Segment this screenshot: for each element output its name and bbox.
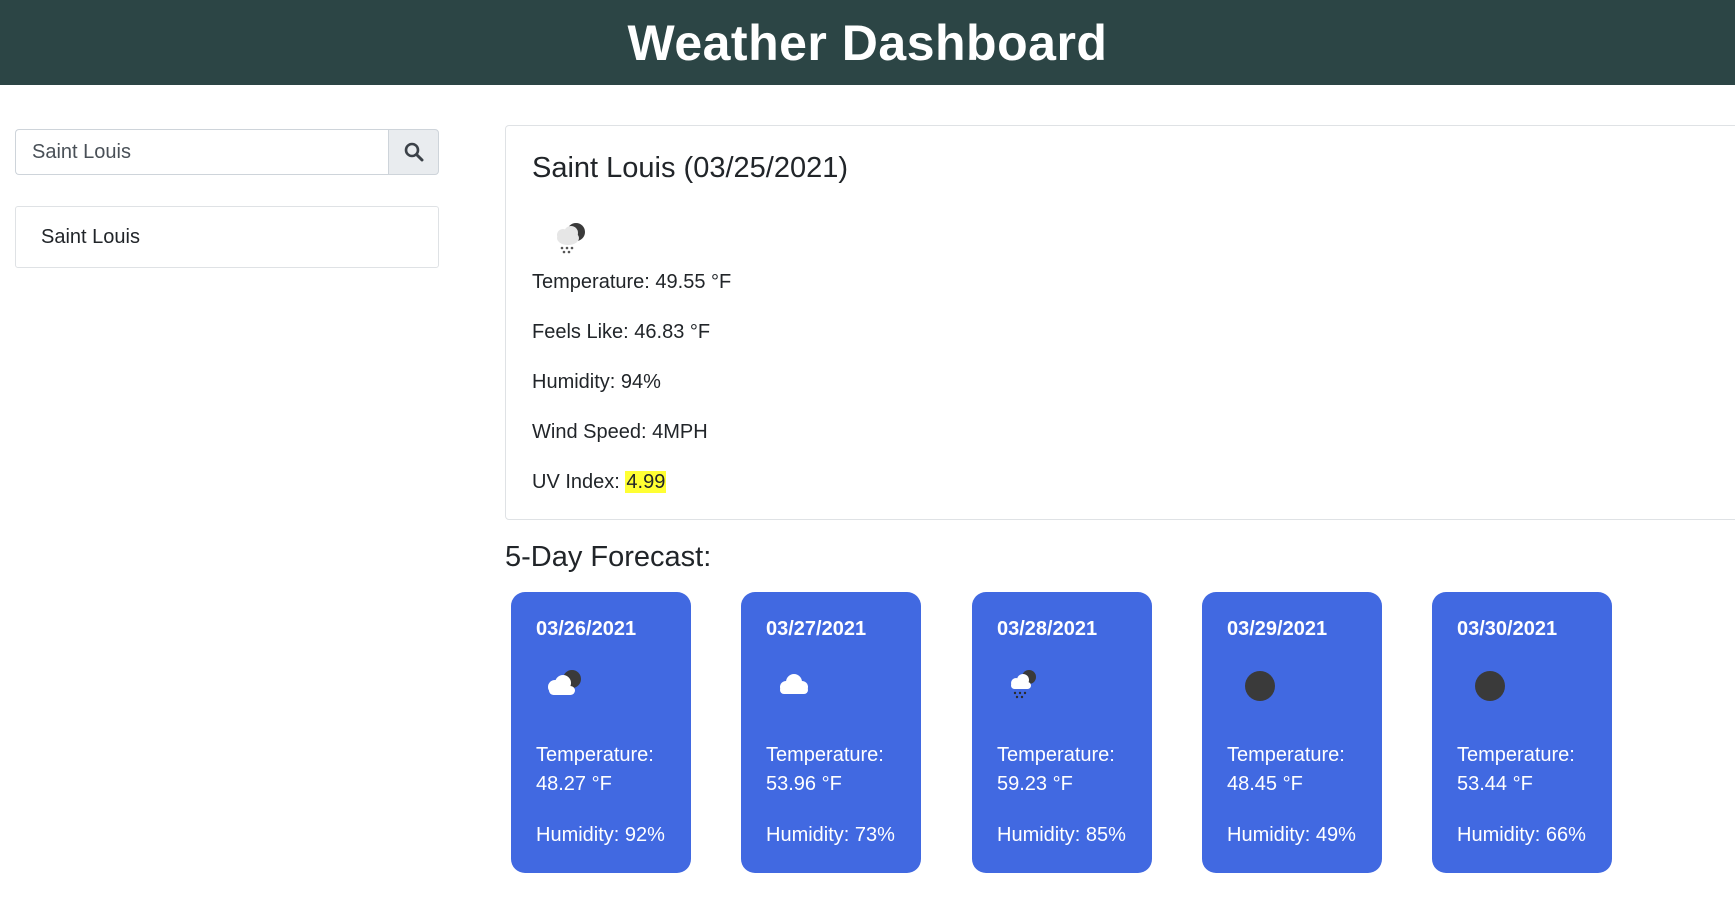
- forecast-card: 03/30/2021 Temperature: 53.44 °F Humidit…: [1432, 592, 1612, 873]
- partly-cloudy-icon: [548, 670, 581, 695]
- forecast-date: 03/28/2021: [997, 618, 1098, 640]
- page-title: Weather Dashboard: [627, 14, 1108, 71]
- forecast-temperature: 48.45 °F: [1227, 773, 1303, 795]
- moon-icon: [1475, 671, 1505, 701]
- search-history: Saint Louis: [15, 206, 439, 268]
- forecast-card: 03/26/2021 Temperature: 48.27 °F Humidit…: [511, 592, 691, 873]
- current-title: Saint Louis (03/25/2021): [532, 152, 848, 184]
- forecast-temperature: 59.23 °F: [997, 773, 1073, 795]
- forecast-date: 03/30/2021: [1457, 618, 1558, 640]
- forecast-humidity: Humidity: 92%: [536, 824, 665, 846]
- forecast-card: 03/28/2021 Temperature: 59.23 °F Humidit…: [972, 592, 1152, 873]
- forecast-temperature: 48.27 °F: [536, 773, 612, 795]
- uv-value-badge: 4.99: [625, 471, 667, 493]
- current-uv-index: UV Index: 4.99: [532, 471, 667, 494]
- forecast-humidity: Humidity: 73%: [766, 824, 895, 846]
- uv-label: UV Index:: [532, 471, 620, 493]
- current-weather-card: Saint Louis (03/25/2021) Temperature: 49…: [505, 125, 1735, 520]
- forecast-date: 03/29/2021: [1227, 618, 1328, 640]
- forecast-temperature-label: Temperature:: [997, 744, 1115, 766]
- current-wind-speed: Wind Speed: 4MPH: [532, 421, 708, 443]
- search-input[interactable]: [15, 129, 388, 175]
- forecast-date: 03/26/2021: [536, 618, 637, 640]
- forecast-card: 03/29/2021 Temperature: 48.45 °F Humidit…: [1202, 592, 1382, 873]
- app-header: Weather Dashboard: [0, 0, 1735, 85]
- forecast-humidity: Humidity: 66%: [1457, 824, 1586, 846]
- forecast-temperature-label: Temperature:: [536, 744, 654, 766]
- forecast-temperature-label: Temperature:: [766, 744, 884, 766]
- forecast-date: 03/27/2021: [766, 618, 867, 640]
- forecast-temperature-label: Temperature:: [1227, 744, 1345, 766]
- forecast-humidity: Humidity: 49%: [1227, 824, 1356, 846]
- rain-cloud-icon: [557, 223, 585, 254]
- current-feels-like: Feels Like: 46.83 °F: [532, 321, 711, 343]
- history-item[interactable]: Saint Louis: [15, 206, 439, 268]
- rain-cloud-icon: [1011, 670, 1036, 699]
- forecast-humidity: Humidity: 85%: [997, 824, 1126, 846]
- search-group: [15, 129, 439, 175]
- forecast-temperature-label: Temperature:: [1457, 744, 1575, 766]
- forecast-card: 03/27/2021 Temperature: 53.96 °F Humidit…: [741, 592, 921, 873]
- forecast-temperature: 53.44 °F: [1457, 773, 1533, 795]
- forecast-temperature: 53.96 °F: [766, 773, 842, 795]
- current-temperature: Temperature: 49.55 °F: [532, 271, 732, 293]
- cloud-icon: [780, 674, 808, 694]
- current-humidity: Humidity: 94%: [532, 371, 661, 393]
- forecast-heading: 5-Day Forecast:: [505, 541, 712, 573]
- search-icon: [404, 142, 423, 162]
- search-button[interactable]: [388, 129, 439, 175]
- moon-icon: [1245, 671, 1275, 701]
